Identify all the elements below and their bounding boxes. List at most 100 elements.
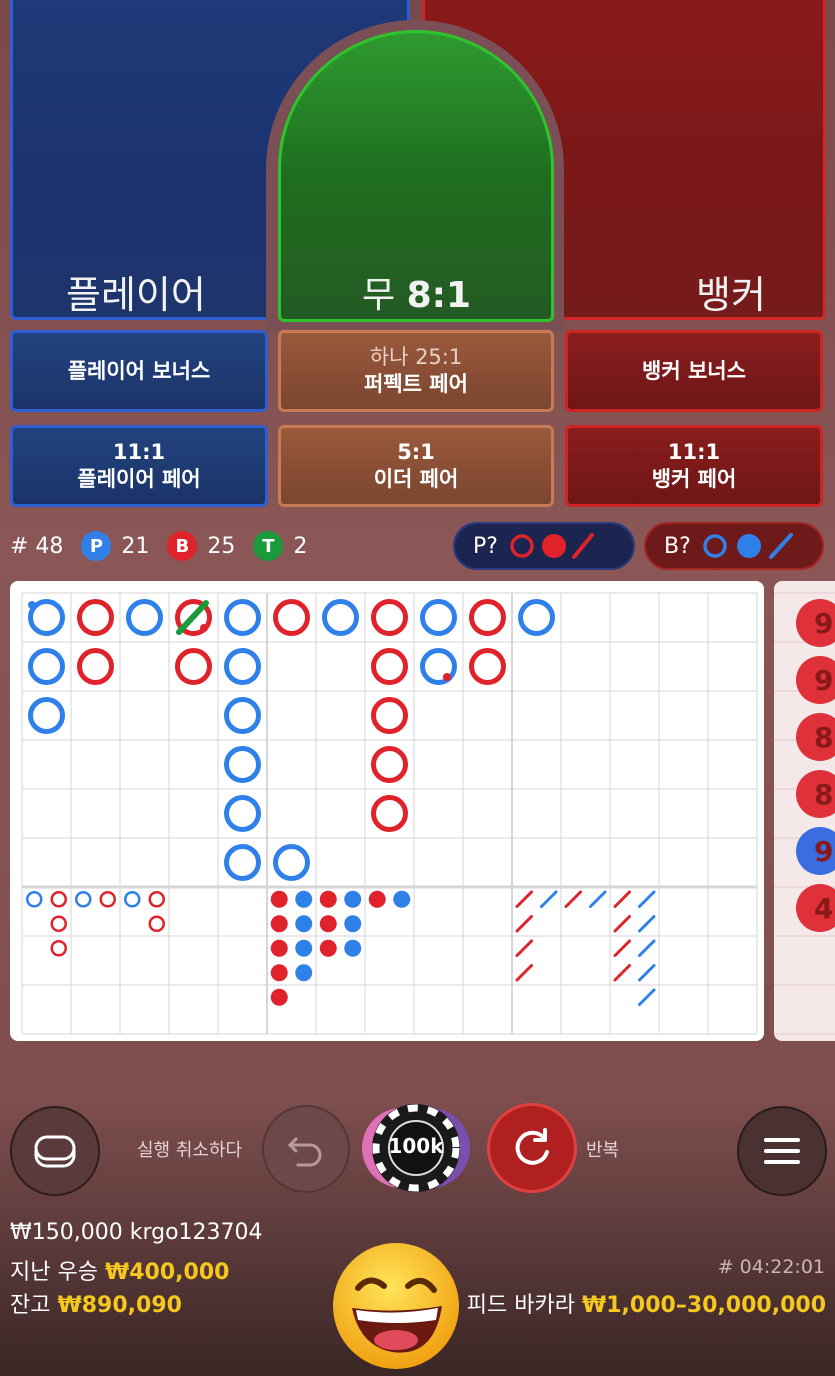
- banker-bead: [371, 795, 408, 832]
- banker-bead: [469, 599, 506, 636]
- banker-dot: [270, 988, 288, 1006]
- player-slash: [638, 915, 656, 933]
- banker-pair-button[interactable]: 11:1 뱅커 페어: [565, 425, 823, 507]
- tie-bet-label: 무 8:1: [362, 275, 472, 316]
- banker-bead: [469, 648, 506, 685]
- perfect-pair-label: 퍼펙트 페어: [364, 372, 468, 396]
- banker-predict-icons: [703, 533, 793, 559]
- player-bead: [224, 795, 261, 832]
- last-win-value: ₩400,000: [104, 1260, 230, 1285]
- road-map-grid: [21, 592, 758, 1035]
- laughing-emoji-icon: [333, 1243, 459, 1369]
- repeat-icon: [515, 1128, 549, 1165]
- road-map-board: [10, 581, 764, 1041]
- player-bead: [28, 697, 65, 734]
- bead-number: 4: [814, 892, 833, 925]
- banker-pair-dot: [443, 673, 451, 681]
- perfect-pair-button[interactable]: 하나 25:1 퍼펙트 페어: [278, 330, 554, 412]
- player-bonus-label: 플레이어 보너스: [67, 358, 211, 383]
- game-time: # 04:22:01: [717, 1256, 825, 1278]
- banker-bead: [273, 599, 310, 636]
- player-pair-dot: [28, 601, 36, 609]
- banker-slash: [564, 890, 582, 908]
- banker-slash: [515, 939, 533, 957]
- banker-dot: [270, 939, 288, 957]
- player-slash: [638, 939, 656, 957]
- hamburger-menu-icon: [764, 1138, 800, 1164]
- banker-bead: [371, 599, 408, 636]
- banker-badge-icon: B: [167, 531, 198, 561]
- player-bead: [28, 648, 65, 685]
- banker-bonus-label: 뱅커 보너스: [642, 358, 746, 383]
- undo-label: 실행 취소하다: [137, 1140, 243, 1161]
- banker-slash: [613, 890, 631, 908]
- banker-predict-button[interactable]: B?: [644, 522, 824, 570]
- player-bead: [224, 844, 261, 881]
- banker-slash: [613, 915, 631, 933]
- banker-small-ring: [99, 891, 116, 908]
- player-bead: [273, 844, 310, 881]
- repeat-button[interactable]: [487, 1103, 577, 1193]
- bead-road-grid: 9 9 8 8 9 4: [774, 592, 835, 1035]
- banker-dot: [270, 890, 288, 908]
- banker-bead: [371, 648, 408, 685]
- player-pair-button[interactable]: 11:1 플레이어 페어: [10, 425, 268, 507]
- banker-bonus-button[interactable]: 뱅커 보너스: [565, 330, 823, 412]
- banker-bead: [77, 648, 114, 685]
- repeat-label: 반복: [586, 1140, 620, 1161]
- balance-label: 잔고: [10, 1293, 51, 1318]
- player-dot: [344, 890, 362, 908]
- round-stats: # 48 P 21 B 25 T 2: [10, 530, 325, 562]
- table-info-line: 피드 바카라 ₩1,000–30,000,000: [450, 1287, 826, 1319]
- player-pair-label: 플레이어 페어: [77, 467, 201, 491]
- bead-number: 9: [814, 664, 833, 697]
- player-slash: [638, 988, 656, 1006]
- banker-dot: [270, 915, 288, 933]
- menu-button[interactable]: [737, 1106, 827, 1196]
- player-predict-button[interactable]: P?: [453, 522, 635, 570]
- either-pair-odds: 5:1: [397, 440, 435, 464]
- undo-button[interactable]: [262, 1105, 350, 1193]
- banker-dot: [319, 915, 337, 933]
- bet-limits: ₩1,000–30,000,000: [581, 1293, 826, 1318]
- banker-slash: [613, 939, 631, 957]
- banker-win-count: 25: [207, 533, 236, 559]
- player-dot: [295, 915, 313, 933]
- banker-bead: [371, 697, 408, 734]
- player-dot: [344, 939, 362, 957]
- undo-icon: [287, 1137, 322, 1167]
- banker-pair-label: 뱅커 페어: [651, 467, 737, 491]
- player-slash: [638, 890, 656, 908]
- last-win-line: 지난 우승 ₩400,000: [10, 1254, 229, 1286]
- tie-count: 2: [293, 533, 308, 559]
- either-pair-label: 이더 페어: [373, 467, 459, 491]
- player-bead: [224, 697, 261, 734]
- player-dot: [295, 964, 313, 982]
- balance-user-line: ₩150,000 krgo123704: [10, 1220, 263, 1245]
- banker-small-ring: [148, 891, 165, 908]
- player-bead: [420, 599, 457, 636]
- player-bonus-button[interactable]: 플레이어 보너스: [10, 330, 268, 412]
- player-dot: [393, 890, 411, 908]
- bead-road-panel[interactable]: 9 9 8 8 9 4: [774, 581, 835, 1041]
- chip-stack-button[interactable]: [10, 1106, 100, 1196]
- banker-predict-label: B?: [664, 533, 691, 559]
- player-slash: [540, 890, 558, 908]
- player-bead: [322, 599, 359, 636]
- player-dot: [295, 890, 313, 908]
- banker-small-ring: [50, 940, 67, 957]
- banker-bet-label: 뱅커: [696, 273, 766, 317]
- player-badge-icon: P: [81, 531, 112, 561]
- banker-slash: [515, 964, 533, 982]
- last-win-label: 지난 우승: [10, 1260, 98, 1285]
- balance-value: ₩890,090: [57, 1293, 182, 1318]
- player-slash: [638, 964, 656, 982]
- banker-pair-dot: [200, 624, 208, 632]
- player-bead: [224, 599, 261, 636]
- chip-stack-icon: [34, 1135, 76, 1168]
- player-bead: [224, 648, 261, 685]
- player-slash: [589, 890, 607, 908]
- banker-bead: [175, 648, 212, 685]
- either-pair-button[interactable]: 5:1 이더 페어: [278, 425, 554, 507]
- chip-selector[interactable]: 100k: [358, 1102, 474, 1194]
